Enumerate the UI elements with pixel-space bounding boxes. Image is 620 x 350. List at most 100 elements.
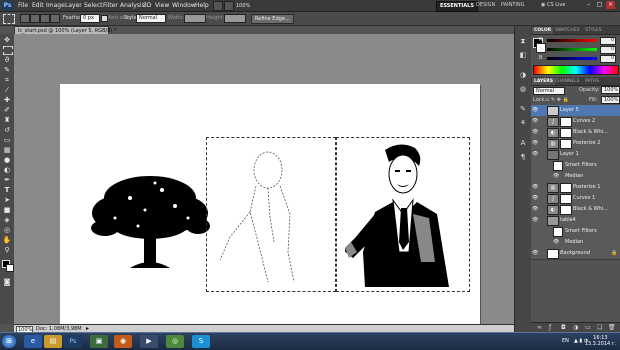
chrome-taskbar-icon[interactable]: ◎ xyxy=(166,335,184,348)
eye-icon[interactable]: 👁 xyxy=(532,118,538,124)
menu-filter[interactable]: Filter xyxy=(103,2,118,9)
green-slider[interactable]: G 0 xyxy=(539,46,617,54)
gradient-tool-icon[interactable]: ▦ xyxy=(2,146,12,155)
tab-styles[interactable]: STYLES xyxy=(583,27,604,34)
add-selection-icon[interactable] xyxy=(30,14,40,23)
history-panel-icon[interactable]: ⧗ xyxy=(518,36,528,46)
menu-select[interactable]: Select xyxy=(84,2,103,9)
intersect-selection-icon[interactable] xyxy=(50,14,60,23)
bridge-icon[interactable] xyxy=(213,1,223,11)
width-input[interactable] xyxy=(184,14,206,23)
firefox-taskbar-icon[interactable]: ◉ xyxy=(114,335,132,348)
menu-edit[interactable]: Edit xyxy=(32,2,44,9)
workspace-painting[interactable]: PAINTING xyxy=(498,1,527,10)
opacity-input[interactable]: 100% xyxy=(601,86,620,94)
feather-input[interactable]: 0 px xyxy=(80,14,100,23)
eye-icon[interactable]: 👁 xyxy=(532,107,538,113)
language-indicator[interactable]: EN xyxy=(562,338,569,344)
workspace-essentials[interactable]: ESSENTIALS xyxy=(436,1,478,12)
adjustments-panel-icon[interactable]: ◑ xyxy=(518,70,528,80)
zoom-level[interactable]: 100% xyxy=(236,3,250,9)
files-taskbar-icon[interactable]: ▣ xyxy=(90,335,108,348)
menu-file[interactable]: File xyxy=(18,2,28,9)
system-clock[interactable]: 16:13 13.3.2014 г. xyxy=(585,335,616,347)
hand-tool-icon[interactable]: ✋ xyxy=(2,236,12,245)
new-selection-icon[interactable] xyxy=(20,14,30,23)
tab-swatches[interactable]: SWATCHES xyxy=(553,27,582,34)
menu-help[interactable]: Help xyxy=(195,2,209,9)
menu-analysis[interactable]: Analysis xyxy=(120,2,145,9)
type-tool-icon[interactable]: T xyxy=(2,186,12,195)
explorer-taskbar-icon[interactable]: ▤ xyxy=(44,335,62,348)
paragraph-panel-icon[interactable]: ¶ xyxy=(518,152,528,162)
minimize-button[interactable]: – xyxy=(584,1,593,9)
3d-rotate-tool-icon[interactable]: ◈ xyxy=(2,216,12,225)
move-tool-icon[interactable]: ✥ xyxy=(2,36,12,45)
masks-panel-icon[interactable]: ◍ xyxy=(518,84,528,94)
canvas[interactable] xyxy=(60,84,480,342)
new-layer-icon[interactable]: ❏ xyxy=(597,324,602,331)
brush-tool-icon[interactable]: ✐ xyxy=(2,106,12,115)
lasso-tool-icon[interactable]: ϑ xyxy=(2,56,12,65)
blue-value[interactable]: 0 xyxy=(600,55,616,63)
red-slider[interactable]: R 0 xyxy=(539,37,617,45)
workspace-design[interactable]: DESIGN xyxy=(473,1,498,10)
tab-layers[interactable]: LAYERS xyxy=(532,78,555,85)
menu-image[interactable]: Image xyxy=(46,2,65,9)
height-input[interactable] xyxy=(224,14,246,23)
quick-mask-icon[interactable]: ◙ xyxy=(2,278,12,287)
start-button[interactable]: ⊞ xyxy=(2,335,16,348)
link-layers-icon[interactable]: ∞ xyxy=(537,324,542,331)
zoom-tool-icon[interactable]: ⚲ xyxy=(2,246,12,255)
document-window[interactable] xyxy=(14,34,514,342)
lock-icons[interactable]: ▫ ✎ ✥ 🔒 xyxy=(546,97,569,103)
blur-tool-icon[interactable]: ● xyxy=(2,156,12,165)
skype-taskbar-icon[interactable]: S xyxy=(192,335,210,348)
close-button[interactable]: × xyxy=(606,1,615,9)
shape-tool-icon[interactable]: ■ xyxy=(2,206,12,215)
trash-icon[interactable]: 🗑 xyxy=(608,324,616,331)
marquee-tool-preset-icon[interactable] xyxy=(3,14,15,24)
fill-input[interactable]: 100% xyxy=(601,96,620,104)
menu-3d[interactable]: 3D xyxy=(143,2,151,9)
clone-source-panel-icon[interactable]: ⚘ xyxy=(518,118,528,128)
history-brush-tool-icon[interactable]: ↺ xyxy=(2,126,12,135)
eye-icon[interactable]: 👁 xyxy=(532,250,538,256)
quick-selection-tool-icon[interactable]: ✎ xyxy=(2,66,12,75)
eye-icon[interactable]: 👁 xyxy=(532,129,538,135)
blend-mode-select[interactable]: Normal xyxy=(533,87,565,95)
subtract-selection-icon[interactable] xyxy=(40,14,50,23)
navigator-panel-icon[interactable]: ◧ xyxy=(518,50,528,60)
mini-bridge-icon[interactable] xyxy=(224,1,234,11)
eye-icon[interactable]: 👁 xyxy=(532,206,538,212)
green-track[interactable] xyxy=(547,48,597,51)
eye-icon[interactable]: 👁 xyxy=(532,217,538,223)
menu-layer[interactable]: Layer xyxy=(65,2,82,9)
dodge-tool-icon[interactable]: ◐ xyxy=(2,166,12,175)
path-selection-tool-icon[interactable]: ➤ xyxy=(2,196,12,205)
tab-channels[interactable]: CHANNELS xyxy=(553,78,582,85)
refine-edge-button[interactable]: Refine Edge... xyxy=(251,14,294,24)
green-value[interactable]: 0 xyxy=(600,46,616,54)
brushes-panel-icon[interactable]: ✎ xyxy=(518,104,528,114)
layer-style-icon[interactable]: ƒ xyxy=(549,324,551,331)
background-color-swatch[interactable] xyxy=(6,264,14,272)
red-track[interactable] xyxy=(547,39,597,42)
eye-icon[interactable]: 👁 xyxy=(532,195,538,201)
ie-taskbar-icon[interactable]: e xyxy=(24,335,42,348)
menu-view[interactable]: View xyxy=(155,2,169,9)
add-mask-icon[interactable]: ◘ xyxy=(561,324,566,331)
eye-icon[interactable]: 👁 xyxy=(532,140,538,146)
media-taskbar-icon[interactable]: ▶ xyxy=(140,335,158,348)
clone-stamp-tool-icon[interactable]: ♜ xyxy=(2,116,12,125)
new-adjustment-icon[interactable]: ◑ xyxy=(573,324,578,331)
eye-icon[interactable]: 👁 xyxy=(553,173,559,179)
color-spectrum-bar[interactable] xyxy=(533,65,619,75)
antialias-checkbox[interactable] xyxy=(101,15,108,22)
eye-icon[interactable]: 👁 xyxy=(553,239,559,245)
eyedropper-tool-icon[interactable]: ⁄ xyxy=(2,86,12,95)
style-select[interactable]: Normal xyxy=(136,14,166,23)
eraser-tool-icon[interactable]: ▭ xyxy=(2,136,12,145)
red-value[interactable]: 0 xyxy=(600,37,616,45)
eye-icon[interactable]: 👁 xyxy=(532,151,538,157)
